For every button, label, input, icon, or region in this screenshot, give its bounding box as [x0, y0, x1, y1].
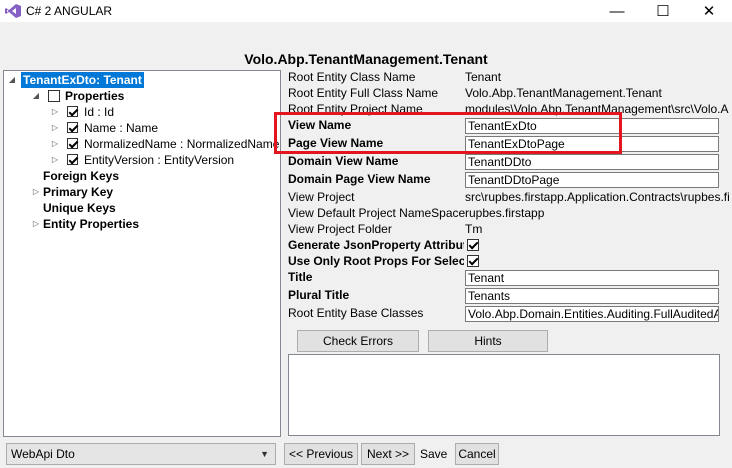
tree-foreign-keys[interactable]: Foreign Keys — [43, 168, 119, 184]
item-checkbox[interactable] — [67, 106, 78, 117]
domain-page-view-name-input[interactable]: TenantDDtoPage — [465, 172, 719, 188]
template-select[interactable]: WebApi Dto ▼ — [6, 443, 276, 465]
tree-item-label: Id : Id — [84, 105, 115, 119]
view-default-namespace-label: View Default Project NameSpace — [288, 206, 466, 220]
expand-triangle-icon[interactable]: ▷ — [50, 152, 60, 168]
expand-triangle-icon[interactable]: ▷ — [50, 120, 60, 136]
expand-triangle-icon[interactable]: ▷ — [50, 136, 60, 152]
tree-unique-keys[interactable]: Unique Keys — [43, 200, 116, 216]
tree-primary-key: Primary Key — [43, 185, 114, 199]
base-classes-input[interactable]: Volo.Abp.Domain.Entities.Auditing.FullAu… — [465, 306, 719, 322]
expand-triangle-icon[interactable]: ▷ — [50, 104, 60, 120]
tree-item-label: EntityVersion : EntityVersion — [84, 153, 235, 167]
domain-view-name-label: Domain View Name — [288, 154, 399, 168]
errors-textbox[interactable] — [288, 354, 720, 436]
use-only-root-props-label: Use Only Root Props For Select — [288, 254, 464, 268]
tree-properties-label: Properties — [65, 89, 125, 103]
previous-button[interactable]: << Previous — [284, 443, 358, 465]
generate-json-label: Generate JsonProperty Attribut — [288, 238, 464, 252]
tree-item-label: Name : Name — [84, 121, 159, 135]
item-checkbox[interactable] — [67, 154, 78, 165]
close-icon: ✕ — [702, 3, 716, 20]
root-entity-class-name-label: Root Entity Class Name — [288, 70, 416, 84]
expand-triangle-icon[interactable]: ▷ — [31, 216, 41, 232]
title-label: Title — [288, 270, 313, 284]
expand-triangle-icon[interactable]: ▷ — [31, 184, 41, 200]
check-errors-button[interactable]: Check Errors — [297, 330, 419, 352]
root-entity-class-name-value: Tenant — [465, 70, 502, 84]
view-project-folder-label: View Project Folder — [288, 222, 392, 236]
domain-view-name-input[interactable]: TenantDDto — [465, 154, 719, 170]
title-bar: C# 2 ANGULAR — ☐ ✕ — [0, 0, 732, 22]
maximize-icon: ☐ — [656, 3, 670, 20]
properties-checkbox[interactable] — [48, 90, 60, 102]
collapse-triangle-icon[interactable]: ◢ — [7, 72, 17, 88]
tree-item-label: NormalizedName : NormalizedName — [84, 137, 280, 151]
base-classes-label: Root Entity Base Classes — [288, 306, 424, 320]
view-default-namespace-value: rupbes.firstapp — [465, 206, 545, 220]
root-entity-full-class-name-value: Volo.Abp.TenantManagement.Tenant — [465, 86, 662, 100]
window-title: C# 2 ANGULAR — [26, 4, 113, 18]
page-title: Volo.Abp.TenantManagement.Tenant — [244, 51, 488, 67]
root-entity-full-class-name-label: Root Entity Full Class Name — [288, 86, 439, 100]
item-checkbox[interactable] — [67, 138, 78, 149]
next-button[interactable]: Next >> — [361, 443, 415, 465]
domain-page-view-name-label: Domain Page View Name — [288, 172, 431, 186]
chevron-down-icon[interactable]: ▼ — [260, 444, 269, 464]
highlight-box — [274, 112, 622, 154]
maximize-button[interactable]: ☐ — [640, 0, 686, 22]
entity-tree[interactable]: ◢ TenantExDto: Tenant ◢ Properties ▷ Id … — [3, 70, 281, 437]
minimize-button[interactable]: — — [594, 0, 640, 22]
visual-studio-icon — [5, 4, 21, 18]
save-button[interactable]: Save — [420, 447, 447, 461]
close-button[interactable]: ✕ — [686, 0, 732, 22]
title-input[interactable]: Tenant — [465, 270, 719, 286]
tree-root-label[interactable]: TenantExDto: Tenant — [21, 72, 144, 88]
plural-title-input[interactable]: Tenants — [465, 288, 719, 304]
view-project-label: View Project — [288, 190, 355, 204]
minimize-icon: — — [609, 2, 625, 20]
view-project-value: src\rupbes.firstapp.Application.Contract… — [465, 190, 729, 204]
hints-button[interactable]: Hints — [428, 330, 548, 352]
cancel-button[interactable]: Cancel — [455, 443, 499, 465]
collapse-triangle-icon[interactable]: ◢ — [31, 88, 41, 104]
view-project-folder-value: Tm — [465, 222, 483, 236]
generate-json-checkbox[interactable] — [467, 239, 479, 251]
tree-entity-properties: Entity Properties — [43, 217, 140, 231]
use-only-root-props-checkbox[interactable] — [467, 255, 479, 267]
plural-title-label: Plural Title — [288, 288, 350, 302]
item-checkbox[interactable] — [67, 122, 78, 133]
template-select-value: WebApi Dto — [11, 447, 75, 461]
